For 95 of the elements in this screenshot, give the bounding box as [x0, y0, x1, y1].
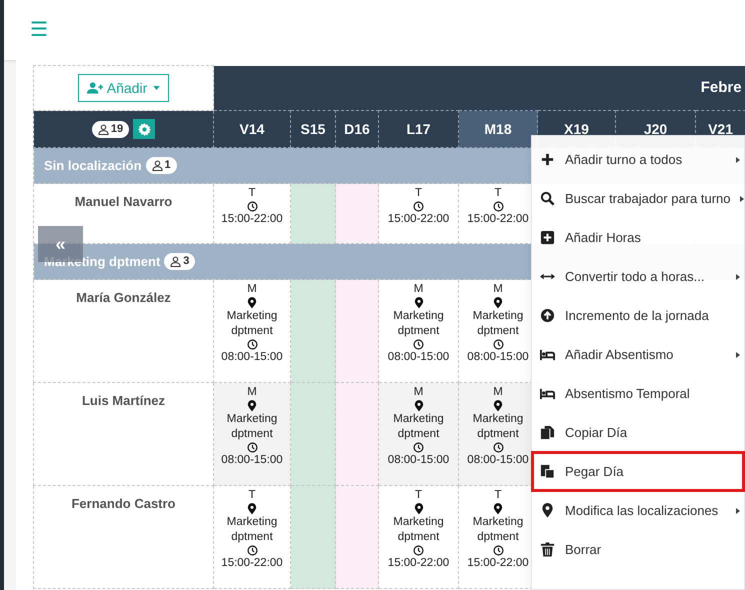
- menu-item[interactable]: Incremento de la jornada: [532, 296, 744, 335]
- shift-time: 08:00-15:00: [388, 453, 450, 468]
- shift-time: 15:00-22:00: [221, 556, 283, 571]
- bed-icon: [540, 386, 555, 401]
- menu-item[interactable]: Buscar trabajador para turno: [532, 179, 744, 218]
- pin-icon: [493, 297, 503, 309]
- bed-icon: [540, 347, 555, 362]
- shift-location: Marketing dptment: [392, 515, 445, 545]
- employee-name: María González: [76, 290, 171, 305]
- month-title: Febre: [700, 78, 742, 96]
- arrow-up-circle-icon: [540, 308, 555, 323]
- menu-item[interactable]: Añadir Absentismo: [532, 335, 744, 374]
- clock-icon: [492, 201, 504, 212]
- shift-location: Marketing dptment: [472, 515, 524, 545]
- pin-icon: [493, 503, 503, 515]
- member-count-badge: 3: [164, 253, 196, 270]
- employee-name: Manuel Navarro: [74, 194, 172, 209]
- clock-icon: [246, 545, 258, 556]
- shift-location: Marketing dptment: [226, 309, 278, 339]
- shift-code: M: [414, 282, 424, 297]
- pin-icon: [540, 503, 555, 518]
- member-count-badge: 1: [146, 157, 177, 174]
- shift-location: Marketing dptment: [226, 412, 278, 442]
- clock-icon: [246, 201, 258, 212]
- pin-icon: [414, 400, 424, 412]
- shift-time: 15:00-22:00: [467, 556, 529, 571]
- shift-code: T: [414, 186, 422, 201]
- pin-icon: [414, 503, 424, 515]
- day-header[interactable]: L17: [378, 110, 458, 148]
- plus-square-icon: [540, 230, 555, 245]
- shift-location: Marketing dptment: [472, 309, 524, 339]
- shift-location: Marketing dptment: [392, 412, 445, 442]
- shift-time: 08:00-15:00: [221, 453, 283, 468]
- shift-time: 08:00-15:00: [388, 350, 450, 365]
- pin-icon: [414, 297, 424, 309]
- shift-code: T: [248, 488, 256, 503]
- copy-icon: [540, 425, 555, 440]
- clock-icon: [246, 339, 258, 350]
- trash-icon: [540, 542, 555, 557]
- menu-item[interactable]: Modifica las localizaciones: [532, 491, 744, 530]
- shift-code: M: [414, 385, 424, 400]
- shift-time: 15:00-22:00: [221, 212, 283, 227]
- shift-time: 15:00-22:00: [467, 212, 529, 227]
- shift-code: T: [494, 186, 502, 201]
- day-header[interactable]: M18: [458, 110, 538, 148]
- menu-item[interactable]: Añadir Horas: [532, 218, 744, 257]
- caret-icon: [153, 86, 160, 90]
- shift-time: 08:00-15:00: [221, 350, 283, 365]
- clock-icon: [413, 339, 424, 350]
- shift-code: T: [494, 488, 502, 503]
- shift-code: M: [493, 282, 503, 297]
- shift-time: 15:00-22:00: [388, 212, 450, 227]
- shift-time: 08:00-15:00: [467, 350, 529, 365]
- settings-button[interactable]: [133, 119, 156, 139]
- clock-icon: [413, 545, 424, 556]
- shift-code: T: [414, 488, 422, 503]
- shift-location: Marketing dptment: [226, 515, 278, 545]
- shift-time: 15:00-22:00: [388, 556, 450, 571]
- collapse-button[interactable]: «: [38, 226, 83, 262]
- clock-icon: [413, 442, 424, 453]
- day-header[interactable]: S15: [290, 110, 336, 148]
- employee-name: Luis Martínez: [82, 393, 166, 408]
- user-icon: [98, 124, 109, 134]
- shift-code: M: [493, 385, 503, 400]
- pin-icon: [247, 297, 257, 309]
- menu-item[interactable]: Convertir todo a horas...: [532, 257, 744, 296]
- clock-icon: [492, 442, 504, 453]
- clock-icon: [492, 545, 504, 556]
- menu-item[interactable]: Borrar: [532, 530, 744, 569]
- shift-code: T: [248, 186, 256, 201]
- group-name: Sin localización: [44, 156, 142, 175]
- menu-item[interactable]: Pegar Día: [532, 452, 744, 491]
- staff-count-badge: 19: [92, 120, 130, 138]
- day-header[interactable]: V14: [214, 110, 290, 148]
- shift-location: Marketing dptment: [392, 309, 445, 339]
- menu-item[interactable]: Copiar Día: [532, 413, 744, 452]
- menu-item[interactable]: Absentismo Temporal: [532, 374, 744, 413]
- shift-time: 08:00-15:00: [467, 453, 529, 468]
- day-header[interactable]: D16: [336, 110, 378, 148]
- user-icon: [152, 160, 163, 171]
- clock-icon: [246, 442, 258, 453]
- clock-icon: [413, 201, 424, 212]
- plus-icon: [540, 152, 555, 167]
- shift-location: Marketing dptment: [472, 412, 524, 442]
- clock-icon: [492, 339, 504, 350]
- shift-code: M: [247, 385, 257, 400]
- user-plus-icon: [86, 82, 104, 94]
- user-icon: [170, 256, 182, 267]
- shift-code: M: [247, 282, 257, 297]
- search-icon: [540, 191, 555, 206]
- pin-icon: [247, 503, 257, 515]
- pin-icon: [493, 400, 503, 412]
- paste-icon: [540, 464, 555, 479]
- employee-name: Fernando Castro: [71, 496, 176, 511]
- pin-icon: [247, 400, 257, 412]
